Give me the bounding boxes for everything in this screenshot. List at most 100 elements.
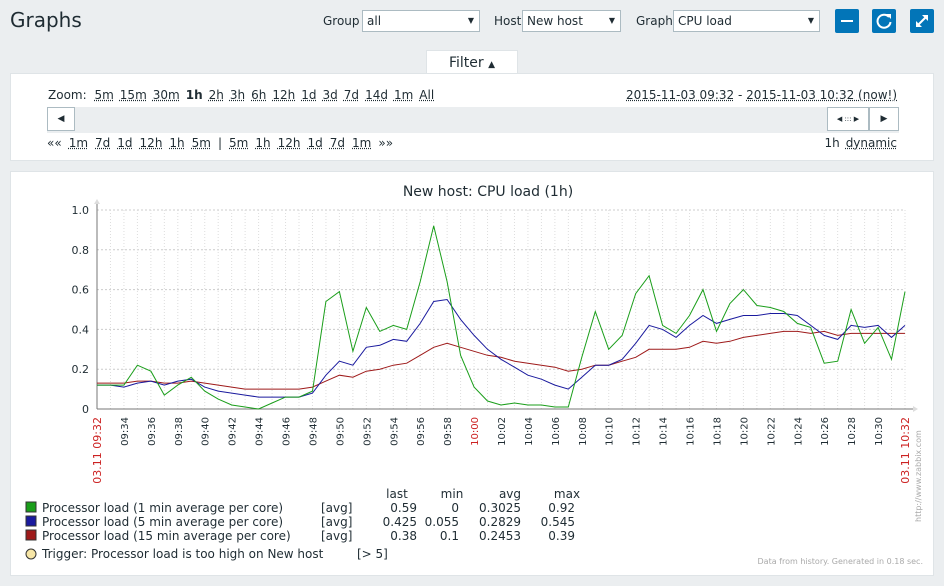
chart-grid — [94, 199, 918, 412]
legend-series-name: Processor load (15 min average per core) — [42, 529, 291, 543]
y-tick-label: 0.2 — [72, 363, 90, 376]
zoom-bar: Zoom: 5m 15m 30m 1h 2h 3h 6h 12h 1d 3d 7d 14d 1m All — [48, 88, 440, 102]
period-value: 1h — [824, 136, 840, 150]
zoom-option-5m[interactable]: 5m — [94, 88, 113, 102]
x-start-label: 03.11 09:32 — [91, 417, 104, 484]
nav-forward-1d[interactable]: 1d — [308, 136, 323, 150]
legend-min-value: 0.1 — [440, 529, 459, 543]
nav-forward-7d[interactable]: 7d — [330, 136, 345, 150]
scroll-handle[interactable]: ◀ ::: ▶ — [827, 107, 869, 131]
x-tick-label: 10:22 — [766, 417, 777, 446]
graph-label: Graph — [636, 14, 673, 28]
nav-back-7d[interactable]: 7d — [95, 136, 110, 150]
zoom-option-6h[interactable]: 6h — [251, 88, 266, 102]
x-tick-label: 10:16 — [686, 417, 697, 446]
zoom-option-7d[interactable]: 7d — [344, 88, 359, 102]
y-tick-label: 0.4 — [72, 323, 90, 336]
filter-tab[interactable]: Filter ▲ — [426, 50, 518, 74]
zoom-option-14d[interactable]: 14d — [365, 88, 388, 102]
zabbix-watermark: http://www.zabbix.com — [914, 430, 923, 522]
y-tick-label: 0 — [82, 403, 89, 416]
nav-forward-5m[interactable]: 5m — [229, 136, 248, 150]
host-label: Host — [494, 14, 522, 28]
x-tick-label: 09:58 — [443, 417, 454, 446]
x-tick-label: 10:00 — [470, 417, 481, 446]
x-tick-label: 10:08 — [578, 417, 589, 446]
nav-forward-1h[interactable]: 1h — [255, 136, 270, 150]
legend-header-max: max — [554, 487, 580, 501]
host-select-value: New host — [527, 14, 583, 28]
legend-swatch — [25, 529, 37, 541]
range-start[interactable]: 2015-11-03 09:32 — [626, 88, 734, 102]
host-select[interactable]: New host ▼ — [522, 10, 621, 32]
nav-back-all: «« — [47, 136, 62, 150]
nav-forward-all: »» — [378, 136, 394, 150]
page-title: Graphs — [10, 8, 82, 32]
x-tick-label: 10:26 — [820, 417, 831, 446]
x-tick-label: 09:56 — [416, 417, 427, 446]
zoom-option-1d[interactable]: 1d — [301, 88, 316, 102]
x-tick-label: 09:42 — [228, 417, 239, 446]
cpu-load-chart: New host: CPU load (1h) 09:34 09:36 09:38 0… — [25, 184, 923, 566]
legend-min-value: 0.055 — [425, 515, 459, 529]
scroll-left-button[interactable]: ◀ — [47, 107, 75, 131]
x-tick-label: 10:04 — [524, 417, 535, 446]
zoom-option-1h[interactable]: 1h — [186, 88, 203, 102]
legend-header-last: last — [386, 487, 408, 501]
legend-max-value: 0.545 — [541, 515, 575, 529]
scroll-right-button[interactable]: ▶ — [869, 107, 899, 131]
nav-back-1h[interactable]: 1h — [169, 136, 184, 150]
generation-note: Data from history. Generated in 0.18 sec… — [758, 557, 923, 566]
nav-forward-1m[interactable]: 1m — [352, 136, 371, 150]
zoom-option-1m[interactable]: 1m — [394, 88, 413, 102]
chart-legend: last min avg max Processor load (1 min avera… — [25, 487, 580, 561]
x-tick-label: 10:24 — [793, 417, 804, 446]
x-tick-label: 10:02 — [497, 417, 508, 446]
zoom-option-3d[interactable]: 3d — [323, 88, 338, 102]
nav-back-1d[interactable]: 1d — [117, 136, 132, 150]
fullscreen-button[interactable] — [910, 9, 934, 33]
refresh-button[interactable] — [872, 9, 896, 33]
nav-back-1m[interactable]: 1m — [69, 136, 88, 150]
x-tick-label: 10:30 — [874, 417, 885, 446]
nav-forward-12h[interactable]: 12h — [278, 136, 301, 150]
period-navigation: «« 1m 7d 1d 12h 1h 5m | 5m 1h 12h 1d 7d 1m »» — [47, 136, 400, 150]
x-tick-label: 10:10 — [605, 417, 616, 446]
legend-func: [avg] — [321, 501, 352, 515]
x-tick-label: 10:14 — [659, 417, 670, 446]
trigger-value: [> 5] — [357, 547, 388, 561]
group-select[interactable]: all ▼ — [362, 10, 480, 32]
zoom-option-3h[interactable]: 3h — [230, 88, 245, 102]
legend-last-value: 0.38 — [390, 529, 417, 543]
nav-back-5m[interactable]: 5m — [192, 136, 211, 150]
zoom-option-12h[interactable]: 12h — [272, 88, 295, 102]
group-label: Group — [323, 14, 360, 28]
period-mode-link[interactable]: dynamic — [846, 136, 897, 150]
minimize-button[interactable] — [835, 9, 859, 33]
time-range: 2015-11-03 09:32 - 2015-11-03 10:32 (now… — [626, 88, 897, 102]
zoom-option-2h[interactable]: 2h — [209, 88, 224, 102]
legend-swatch — [25, 501, 37, 513]
graph-select-value: CPU load — [678, 14, 732, 28]
legend-avg-value: 0.3025 — [479, 501, 521, 515]
period-info: 1h dynamic — [824, 136, 897, 150]
x-tick-label: 10:18 — [712, 417, 723, 446]
graph-select[interactable]: CPU load ▼ — [673, 10, 820, 32]
chart-title: New host: CPU load (1h) — [403, 184, 573, 200]
zoom-option-30m[interactable]: 30m — [153, 88, 180, 102]
fullscreen-icon — [916, 15, 928, 27]
x-tick-label: 09:44 — [255, 417, 266, 446]
timeline-scrollbar[interactable]: ◀ ◀ ::: ▶ ▶ — [47, 107, 899, 133]
y-tick-label: 0.6 — [72, 284, 90, 297]
legend-max-value: 0.39 — [548, 529, 575, 543]
zoom-option-15m[interactable]: 15m — [120, 88, 147, 102]
x-tick-label: 09:50 — [335, 417, 346, 446]
x-tick-label: 09:52 — [362, 417, 373, 446]
y-tick-label: 1.0 — [72, 204, 90, 217]
zoom-option-All[interactable]: All — [419, 88, 434, 102]
range-end[interactable]: 2015-11-03 10:32 (now!) — [746, 88, 897, 102]
chevron-down-icon: ▼ — [608, 16, 616, 25]
nav-back-12h[interactable]: 12h — [140, 136, 163, 150]
chevron-down-icon: ▼ — [467, 16, 475, 25]
legend-series-name: Processor load (5 min average per core) — [42, 515, 283, 529]
